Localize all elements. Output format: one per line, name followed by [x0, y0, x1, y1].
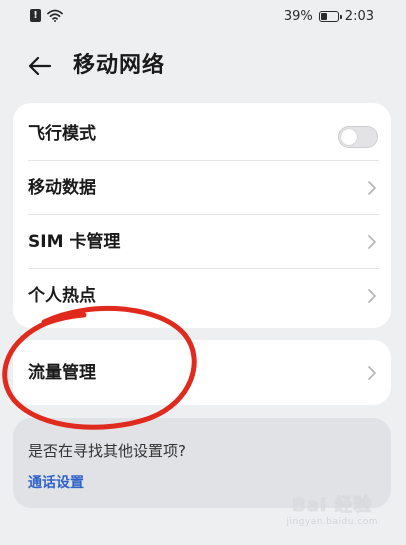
- back-button[interactable]: [24, 50, 56, 82]
- chevron-right-icon: [368, 366, 376, 380]
- watermark-sub: jingyan.baidu.com: [286, 517, 378, 527]
- battery-fill: [320, 13, 327, 20]
- mobile-data-label: 移动数据: [28, 178, 96, 198]
- wifi-icon: [47, 9, 63, 22]
- battery-icon: [318, 11, 342, 22]
- chevron-right-icon: [368, 289, 376, 303]
- network-settings-card: 飞行模式 移动数据 SIM 卡管理 个人热点: [13, 103, 391, 328]
- chevron-right-icon: [368, 181, 376, 195]
- arrow-left-icon: [28, 56, 52, 76]
- status-left: !: [30, 9, 63, 22]
- airplane-mode-label: 飞行模式: [28, 124, 96, 144]
- hotspot-row[interactable]: 个人热点: [13, 269, 391, 323]
- sim-alert-icon: !: [30, 9, 41, 22]
- airplane-mode-row[interactable]: 飞行模式: [13, 107, 391, 161]
- mobile-data-row[interactable]: 移动数据: [13, 161, 391, 215]
- watermark-main: Bai 经验: [292, 495, 373, 516]
- chevron-right-icon: [368, 235, 376, 249]
- sim-management-row[interactable]: SIM 卡管理: [13, 215, 391, 269]
- page-title: 移动网络: [73, 53, 166, 78]
- data-usage-label: 流量管理: [28, 363, 96, 383]
- toggle-knob: [341, 129, 357, 145]
- battery-percent: 39%: [283, 9, 313, 24]
- data-usage-card: 流量管理: [13, 340, 391, 405]
- watermark: Bai 经验 jingyan.baidu.com: [286, 491, 378, 527]
- status-right: 39% 2:03: [284, 9, 374, 24]
- data-usage-row[interactable]: 流量管理: [13, 346, 391, 400]
- sim-management-label: SIM 卡管理: [28, 232, 121, 252]
- sim-alert-glyph: !: [33, 9, 38, 21]
- airplane-mode-toggle[interactable]: [338, 126, 378, 148]
- search-hint: 是否在寻找其他设置项?: [28, 442, 186, 460]
- clock: 2:03: [344, 9, 374, 24]
- header: 移动网络: [0, 40, 406, 90]
- call-settings-link[interactable]: 通话设置: [28, 472, 84, 492]
- status-bar: ! 39% 2:03: [0, 0, 406, 34]
- hotspot-label: 个人热点: [28, 286, 96, 306]
